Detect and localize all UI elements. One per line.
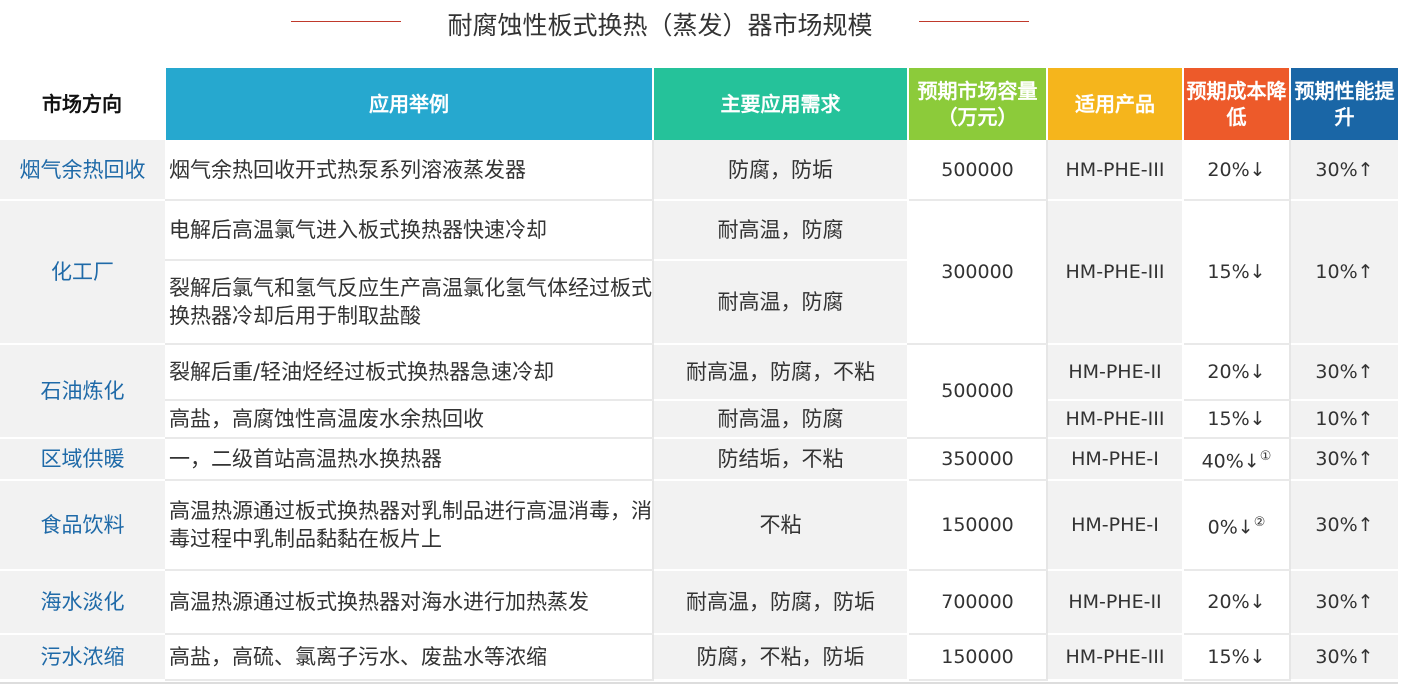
- cell-capacity: 350000: [908, 438, 1048, 481]
- title-divider-left: [291, 21, 401, 22]
- cell-capacity: 300000: [908, 200, 1048, 345]
- table-row: 石油炼化 裂解后重/轻油烃经过板式换热器急速冷却 耐高温，防腐，不粘 50000…: [0, 344, 1398, 439]
- cell-direction: 区域供暖: [0, 438, 165, 481]
- header-cost: 预期成本降低: [1183, 68, 1291, 140]
- bottom-rule: [0, 682, 1398, 684]
- footnote-mark: ②: [1253, 514, 1266, 530]
- table-row: 高盐，高腐蚀性高温废水余热回收 耐高温，防腐 HM-PHE-III 15%↓ 1…: [0, 400, 1398, 439]
- cell-capacity: 150000: [908, 480, 1048, 571]
- cell-product: HM-PHE-III: [1047, 200, 1184, 345]
- cell-performance: 30%↑: [1290, 438, 1398, 481]
- cell-need: 耐高温，防腐: [653, 400, 909, 439]
- market-table: 市场方向 应用举例 主要应用需求 预期市场容量（万元） 适用产品 预期成本降低 …: [0, 68, 1398, 681]
- table-row: 食品饮料 高温热源通过板式换热器对乳制品进行高温消毒，消毒过程中乳制品黏黏在板片…: [0, 480, 1398, 571]
- header-product: 适用产品: [1047, 68, 1184, 140]
- cell-product: HM-PHE-II: [1047, 344, 1184, 401]
- cell-performance: 10%↑: [1290, 200, 1398, 345]
- cell-direction: 烟气余热回收: [0, 140, 165, 201]
- cell-need: 防腐，不粘，防垢: [653, 634, 909, 681]
- cell-performance: 30%↑: [1290, 140, 1398, 201]
- cell-performance: 30%↑: [1290, 480, 1398, 571]
- cell-capacity: 500000: [908, 140, 1048, 201]
- cell-direction: 石油炼化: [0, 344, 165, 439]
- table-row: 烟气余热回收 烟气余热回收开式热泵系列溶液蒸发器 防腐，防垢 500000 HM…: [0, 140, 1398, 201]
- cell-performance: 10%↑: [1290, 400, 1398, 439]
- header-direction: 市场方向: [0, 68, 166, 140]
- table-row: 污水浓缩 高盐，高硫、氯离子污水、废盐水等浓缩 防腐，不粘，防垢 150000 …: [0, 634, 1398, 681]
- cell-performance: 30%↑: [1290, 570, 1398, 635]
- cell-example: 高温热源通过板式换热器对乳制品进行高温消毒，消毒过程中乳制品黏黏在板片上: [165, 480, 654, 571]
- header-example: 应用举例: [165, 68, 654, 140]
- cell-example: 裂解后氯气和氢气反应生产高温氯化氢气体经过板式换热器冷却后用于制取盐酸: [165, 260, 654, 345]
- cell-need: 耐高温，防腐: [653, 260, 909, 345]
- cell-capacity: 500000: [908, 344, 1048, 439]
- cell-direction: 食品饮料: [0, 480, 165, 571]
- cell-product: HM-PHE-III: [1047, 400, 1184, 439]
- cell-cost: 15%↓: [1183, 634, 1291, 681]
- cell-need: 耐高温，防腐: [653, 200, 909, 261]
- table-row: 化工厂 电解后高温氯气进入板式换热器快速冷却 耐高温，防腐 300000 HM-…: [0, 200, 1398, 345]
- cell-performance: 30%↑: [1290, 634, 1398, 681]
- cell-example: 裂解后重/轻油烃经过板式换热器急速冷却: [165, 344, 654, 401]
- cell-product: HM-PHE-II: [1047, 570, 1184, 635]
- footnote-mark: ①: [1259, 448, 1272, 464]
- cell-need: 耐高温，防腐，防垢: [653, 570, 909, 635]
- cell-cost: 15%↓: [1183, 400, 1291, 439]
- cell-need: 不粘: [653, 480, 909, 571]
- cell-need: 防腐，防垢: [653, 140, 909, 201]
- cell-product: HM-PHE-I: [1047, 480, 1184, 571]
- cell-direction: 海水淡化: [0, 570, 165, 635]
- cell-performance: 30%↑: [1290, 344, 1398, 401]
- table-row: 海水淡化 高温热源通过板式换热器对海水进行加热蒸发 耐高温，防腐，防垢 7000…: [0, 570, 1398, 635]
- cell-example: 一，二级首站高温热水换热器: [165, 438, 654, 481]
- cell-direction: 污水浓缩: [0, 634, 165, 681]
- cell-example: 高盐，高硫、氯离子污水、废盐水等浓缩: [165, 634, 654, 681]
- cell-example: 高盐，高腐蚀性高温废水余热回收: [165, 400, 654, 439]
- cell-product: HM-PHE-III: [1047, 140, 1184, 201]
- header-capacity: 预期市场容量（万元）: [908, 68, 1048, 140]
- title-divider-right: [919, 21, 1029, 22]
- cell-cost: 20%↓: [1183, 140, 1291, 201]
- header-row: 市场方向 应用举例 主要应用需求 预期市场容量（万元） 适用产品 预期成本降低 …: [0, 68, 1398, 140]
- cell-example: 电解后高温氯气进入板式换热器快速冷却: [165, 200, 654, 261]
- cost-value: 40%↓: [1201, 450, 1260, 473]
- cell-direction: 化工厂: [0, 200, 165, 345]
- header-need: 主要应用需求: [653, 68, 909, 140]
- title-bar: 耐腐蚀性板式换热（蒸发）器市场规模: [0, 0, 1401, 52]
- cell-cost: 20%↓: [1183, 344, 1291, 401]
- cell-cost: 0%↓②: [1183, 480, 1291, 571]
- cell-product: HM-PHE-III: [1047, 634, 1184, 681]
- cell-product: HM-PHE-I: [1047, 438, 1184, 481]
- cost-value: 0%↓: [1207, 516, 1254, 539]
- page-title: 耐腐蚀性板式换热（蒸发）器市场规模: [447, 11, 873, 40]
- cell-capacity: 150000: [908, 634, 1048, 681]
- cell-example: 高温热源通过板式换热器对海水进行加热蒸发: [165, 570, 654, 635]
- cell-capacity: 700000: [908, 570, 1048, 635]
- cell-example: 烟气余热回收开式热泵系列溶液蒸发器: [165, 140, 654, 201]
- header-performance: 预期性能提升: [1290, 68, 1398, 140]
- cell-need: 耐高温，防腐，不粘: [653, 344, 909, 401]
- cell-cost: 40%↓①: [1183, 438, 1291, 481]
- cell-cost: 20%↓: [1183, 570, 1291, 635]
- cell-need: 防结垢，不粘: [653, 438, 909, 481]
- cell-cost: 15%↓: [1183, 200, 1291, 345]
- table-row: 区域供暖 一，二级首站高温热水换热器 防结垢，不粘 350000 HM-PHE-…: [0, 438, 1398, 481]
